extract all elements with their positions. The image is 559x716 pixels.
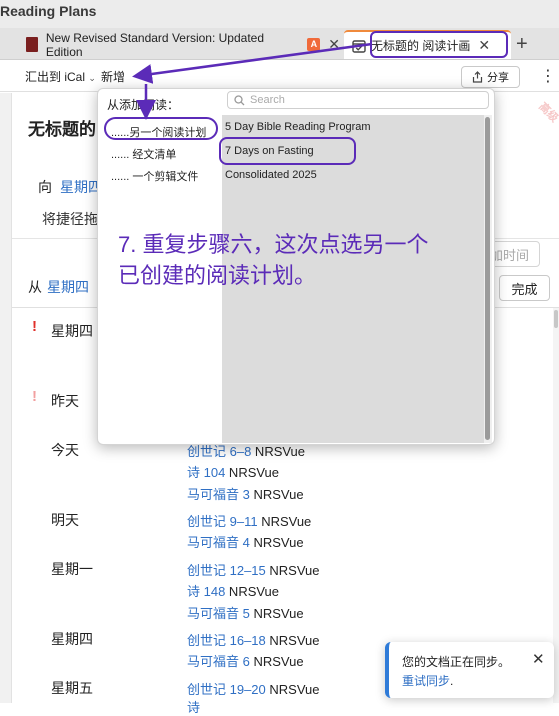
retry-sync-label[interactable]: 重试同步 xyxy=(402,674,450,688)
tutorial-instruction: 7. 重复步骤六，这次点选另一个 已创建的阅读计划。 xyxy=(118,229,478,291)
toast-message: 您的文档正在同步。 xyxy=(402,655,511,669)
close-icon[interactable]: ✕ xyxy=(532,650,545,668)
retry-sync-link[interactable]: 重试同步. xyxy=(402,672,453,689)
instruction-line: 7. 重复步骤六，这次点选另一个 xyxy=(118,232,429,257)
instruction-line: 已创建的阅读计划。 xyxy=(118,263,317,288)
highlight-option xyxy=(104,117,218,140)
highlight-tab xyxy=(370,31,508,58)
sync-toast xyxy=(385,642,554,698)
retry-sync-suffix: . xyxy=(450,674,454,688)
tutorial-arrows xyxy=(132,42,373,120)
highlight-plan xyxy=(219,137,356,165)
